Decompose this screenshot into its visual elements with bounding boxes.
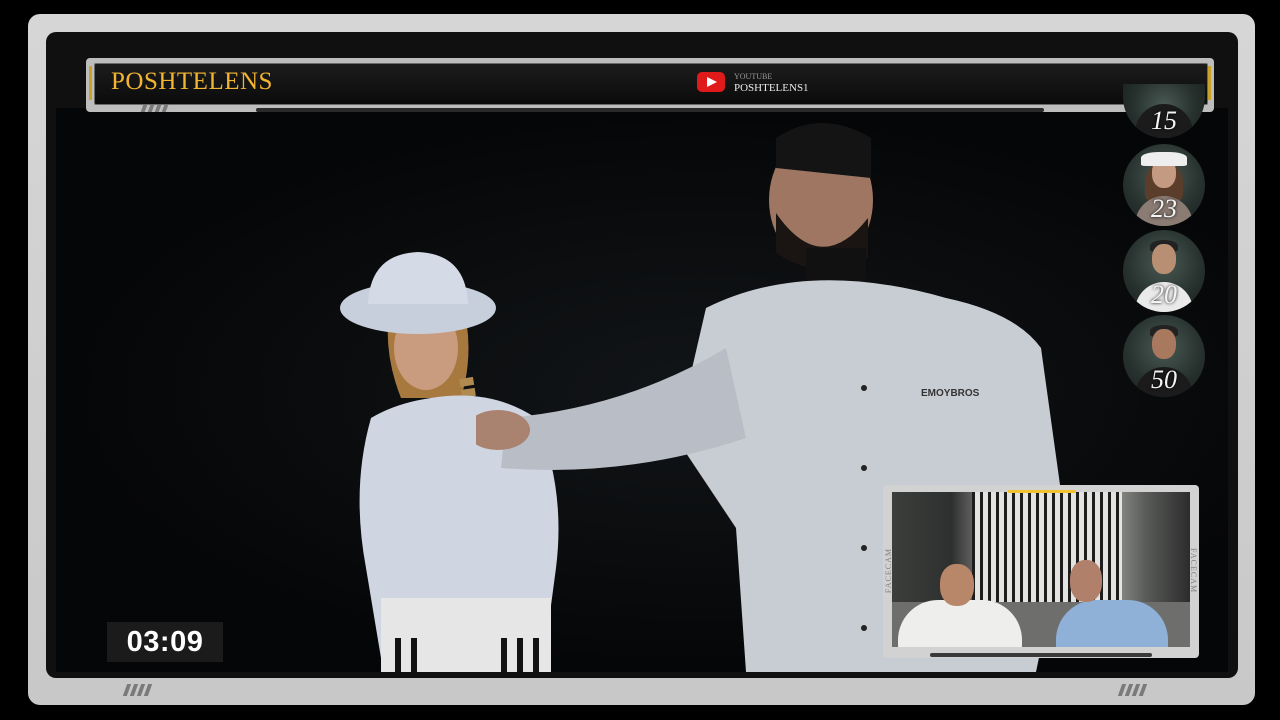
facecam-label-right: FACECAM (1189, 548, 1198, 594)
stage-hat (340, 252, 496, 334)
header-accent-right (1208, 66, 1211, 100)
facecam-video[interactable] (892, 492, 1190, 647)
header-slit (256, 108, 1044, 112)
facecam-label-left: FACECAM (884, 548, 893, 594)
ranking-avatar-2[interactable]: 23 (1123, 144, 1205, 226)
header-accent-left (89, 66, 92, 100)
ranking-avatar-4[interactable]: 50 (1123, 315, 1205, 397)
ranking-number: 20 (1151, 280, 1177, 309)
stripes-decor-bottom-left (122, 684, 153, 696)
platform-label: YOUTUBE (734, 72, 773, 81)
ranking-number: 50 (1151, 365, 1177, 394)
facecam-slit (930, 653, 1152, 657)
stripes-decor-top-left (140, 105, 169, 112)
ranking-avatar-1[interactable]: 15 (1123, 84, 1205, 138)
brand-title: POSHTELENS (111, 68, 273, 95)
countdown-timer: 03:09 (107, 622, 223, 662)
jacket-brand-text: EMOYBROS (921, 388, 980, 399)
ranking-number: 15 (1151, 106, 1177, 135)
ranking-avatar-3[interactable]: 20 (1123, 230, 1205, 312)
ranking-number: 23 (1151, 194, 1177, 223)
youtube-icon (697, 72, 725, 92)
facecam-highlight (1008, 490, 1076, 493)
stripes-decor-bottom-right (1117, 684, 1148, 696)
channel-name: POSHTELENS1 (734, 82, 809, 94)
